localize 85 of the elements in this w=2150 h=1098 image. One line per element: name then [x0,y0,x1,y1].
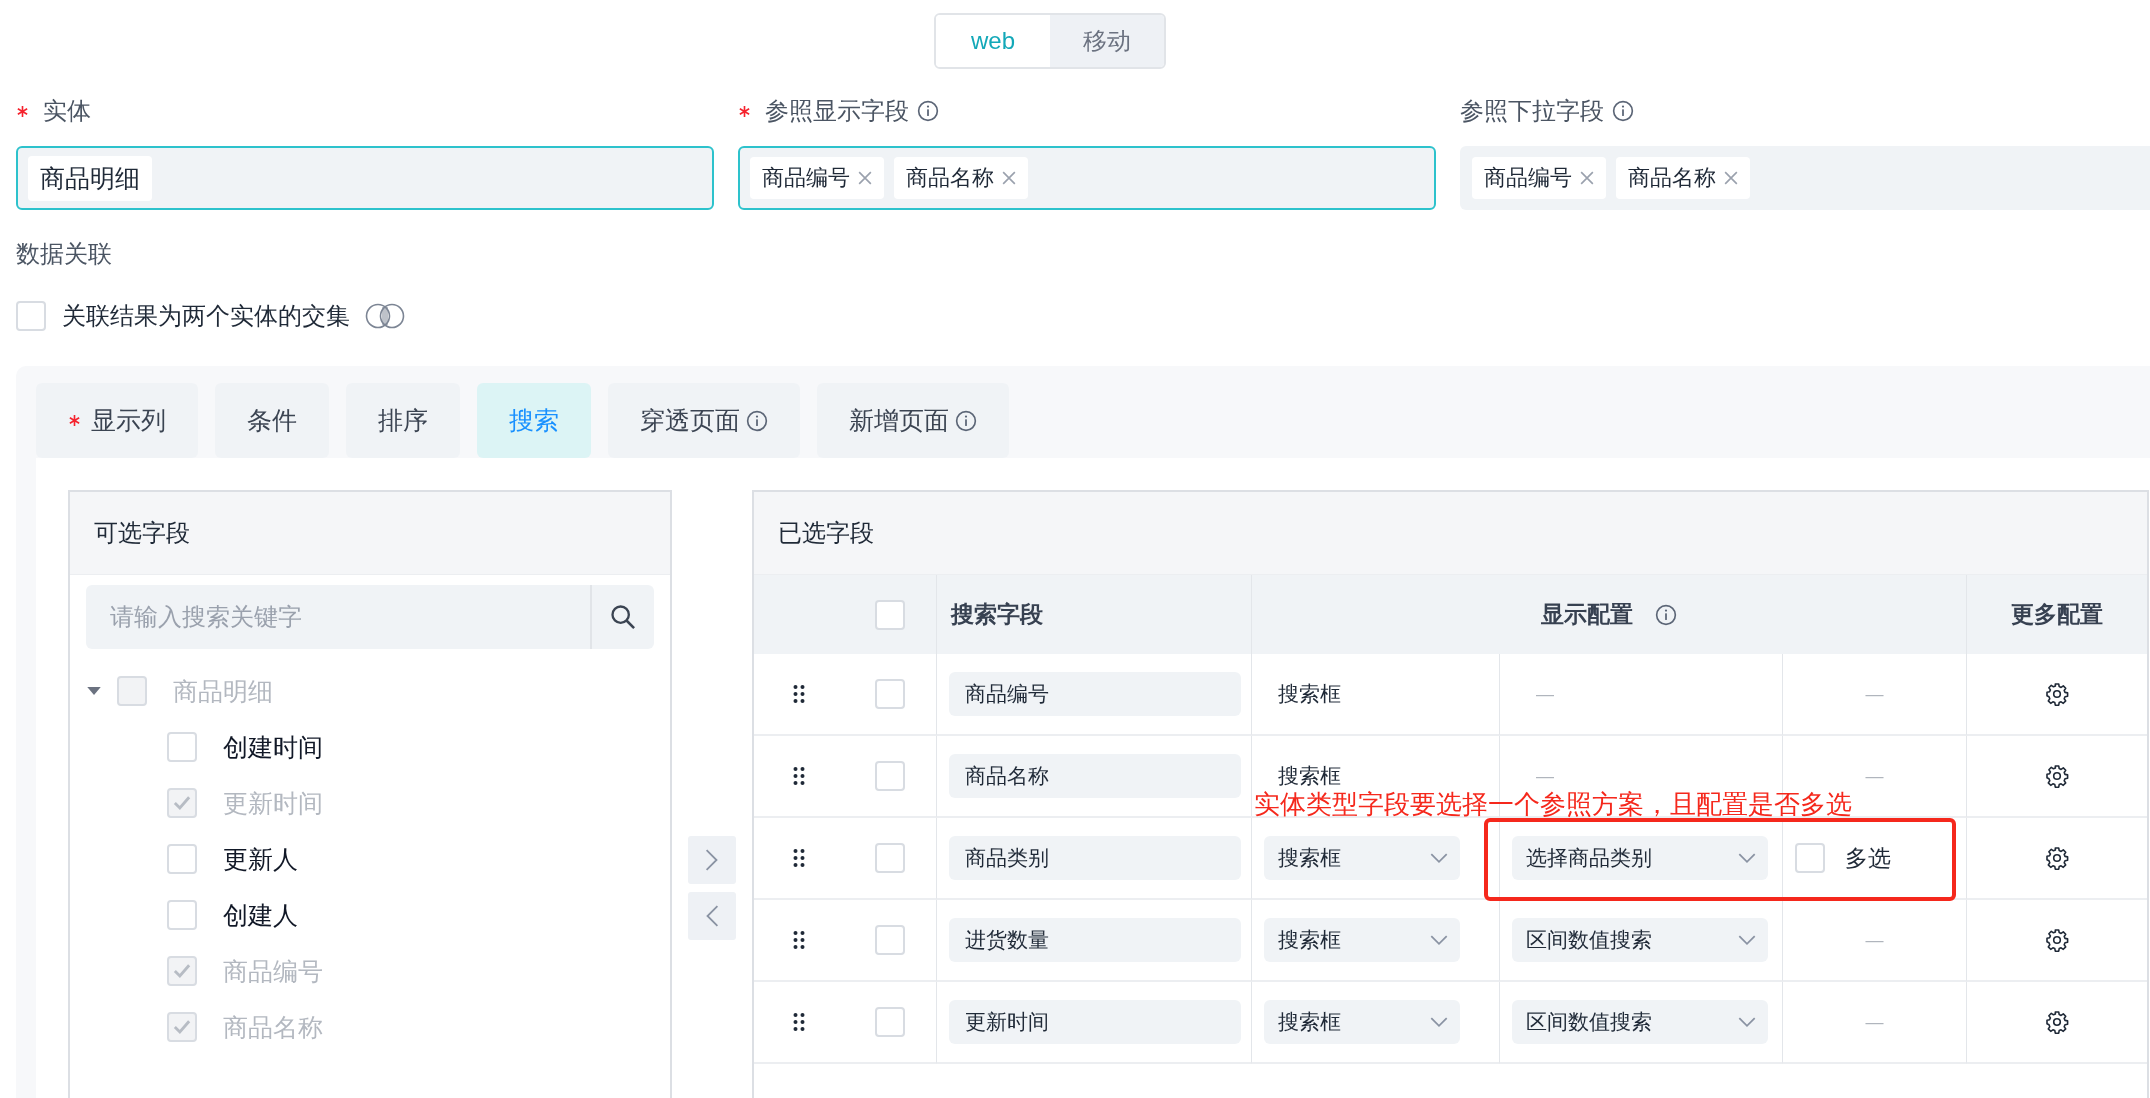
tag: 商品编号 [1472,157,1606,199]
checkbox-label: 多选 [1845,843,1891,873]
field-name: 商品名称 [949,754,1241,798]
annotation-text: 实体类型字段要选择一个参照方案，且配置是否多选 [1254,791,1852,817]
required-asterisk-icon [68,414,81,427]
settings-icon[interactable] [2045,764,2069,788]
empty-dash: — [1865,765,1884,787]
required-asterisk-icon [738,104,751,118]
drag-handle-icon[interactable] [793,848,805,868]
tag: 商品明细 [28,155,152,201]
empty-dash: — [1535,683,1554,705]
tab[interactable]: 显示列 [36,383,198,458]
field-name: 商品类别 [949,836,1241,880]
chevron-down-icon[interactable] [1430,934,1448,946]
dropdown[interactable]: 搜索框 [1264,1000,1460,1044]
required-asterisk-icon [16,104,29,118]
empty-dash: — [1535,765,1554,787]
dropdown[interactable]: 搜索框 [1264,918,1460,962]
field-name: 进货数量 [949,918,1241,962]
info-icon [746,409,768,432]
tag-select-field[interactable]: 商品编号 商品名称 [738,146,1436,210]
chevron-down-icon[interactable] [1430,1016,1448,1028]
panel-title: 可选字段 [70,492,670,575]
settings-icon[interactable] [2045,928,2069,952]
info-icon [1612,100,1634,122]
search-button[interactable] [590,585,654,649]
close-icon[interactable] [858,171,872,185]
field-name: 商品编号 [949,672,1241,716]
dropdown[interactable]: 选择商品类别 [1512,836,1768,880]
empty-dash: — [1865,683,1884,705]
close-icon[interactable] [1580,171,1594,185]
checkbox[interactable] [875,679,905,709]
field-label: 参照显示字段 [765,96,909,126]
tab[interactable]: 条件 [215,383,329,458]
move-left-button[interactable] [688,892,736,940]
close-icon[interactable] [1724,171,1738,185]
tag: 商品编号 [750,157,884,199]
chevron-down-icon[interactable] [1738,934,1756,946]
checkbox[interactable] [1795,843,1825,873]
settings-icon[interactable] [2045,1010,2069,1034]
settings-icon[interactable] [2045,846,2069,870]
chevron-down-icon[interactable] [1738,1016,1756,1028]
drag-handle-icon[interactable] [793,766,805,786]
close-icon[interactable] [1002,171,1016,185]
checkbox[interactable] [875,843,905,873]
drag-handle-icon[interactable] [793,930,805,950]
tab[interactable]: 穿透页面 [608,383,800,458]
cell-text: 搜索框 [1277,681,1341,707]
drag-handle-icon[interactable] [793,1012,805,1032]
search-field[interactable]: 请输入搜索关键字 [86,585,590,649]
empty-dash: — [1865,929,1884,951]
section-title: 数据关联 [16,239,113,269]
panel-title: 已选字段 [754,492,2147,575]
move-right-button[interactable] [688,836,736,884]
info-icon [955,409,977,432]
tag-select-field[interactable]: 商品编号 商品名称 [1460,146,2150,210]
tag: 商品名称 [1616,157,1750,199]
drag-handle-icon[interactable] [793,684,805,704]
dropdown[interactable]: 区间数值搜索 [1512,1000,1768,1044]
column-header: 更多配置 [2011,600,2103,629]
column-header: 显示配置 [1541,600,1633,629]
empty-dash: — [1865,1011,1884,1033]
chevron-down-icon[interactable] [1738,852,1756,864]
tab[interactable]: 新增页面 [817,383,1009,458]
tag-select-field[interactable]: 商品明细 [16,146,714,210]
platform-tab[interactable]: 移动 [1050,15,1164,67]
cell-text: 搜索框 [1277,763,1341,789]
tag: 商品名称 [894,157,1028,199]
checkbox[interactable] [875,761,905,791]
checkbox[interactable] [875,925,905,955]
field-name: 更新时间 [949,1000,1241,1044]
checkbox[interactable] [16,301,46,331]
checkbox-label: 关联结果为两个实体的交集 [62,301,350,331]
field-label: 参照下拉字段 [1460,96,1604,126]
search-icon[interactable] [609,603,637,631]
dropdown[interactable]: 区间数值搜索 [1512,918,1768,962]
dropdown[interactable]: 搜索框 [1264,836,1460,880]
field-label: 实体 [43,96,91,126]
settings-icon[interactable] [2045,682,2069,706]
info-icon [917,100,939,122]
column-header: 搜索字段 [951,600,1043,629]
chevron-down-icon[interactable] [1430,852,1448,864]
checkbox[interactable] [875,1007,905,1037]
tab[interactable]: 排序 [346,383,460,458]
checkbox[interactable] [875,599,905,630]
